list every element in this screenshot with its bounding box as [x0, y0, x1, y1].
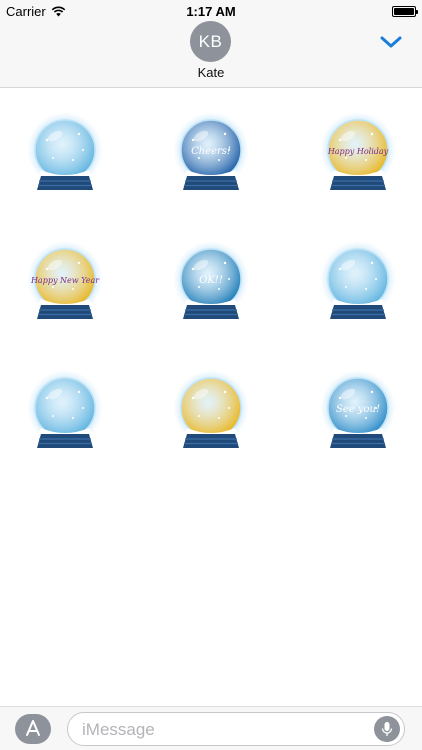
sticker-caption: See you! — [336, 404, 380, 415]
app-store-icon — [26, 720, 40, 736]
status-time: 1:17 AM — [186, 4, 236, 19]
sticker-happy-holiday[interactable]: Happy Holiday — [310, 110, 406, 206]
sticker-caption: OK!! — [199, 275, 223, 286]
status-bar: Carrier 1:17 AM — [0, 0, 422, 22]
snow-globe-icon: Happy Holiday — [320, 112, 396, 190]
message-input-bar: iMessage — [0, 706, 422, 750]
battery-level — [394, 7, 414, 15]
sticker-skier[interactable] — [17, 368, 113, 464]
imessage-sticker-screen: Carrier 1:17 AM KB Kate Cheers! Happy Hol… — [0, 0, 422, 750]
chevron-down-icon[interactable] — [380, 34, 402, 50]
sticker-cheers[interactable]: Cheers! — [163, 110, 259, 206]
microphone-button[interactable] — [374, 716, 400, 742]
contact-avatar[interactable]: KB — [190, 21, 231, 62]
message-placeholder: iMessage — [82, 720, 155, 739]
snow-globe-icon — [320, 241, 396, 319]
sticker-ok-bear[interactable]: OK!! — [163, 239, 259, 335]
sticker-caption: Happy Holiday — [327, 147, 389, 156]
app-store-button[interactable] — [15, 714, 51, 744]
message-field[interactable]: iMessage — [67, 712, 405, 746]
snow-globe-icon — [27, 112, 103, 190]
sticker-happy-new-year[interactable]: Happy New Year — [17, 239, 113, 335]
snow-globe-icon: See you! — [320, 370, 396, 448]
sticker-caption: Cheers! — [191, 146, 231, 157]
snow-globe-icon — [173, 370, 249, 448]
snow-globe-icon: Cheers! — [173, 112, 249, 190]
battery-icon — [392, 5, 418, 17]
sticker-snowmen[interactable] — [17, 110, 113, 206]
snow-globe-icon: OK!! — [173, 241, 249, 319]
snow-globe-icon: Happy New Year — [27, 241, 103, 319]
sticker-see-you[interactable]: See you! — [310, 368, 406, 464]
sticker-polar-bear[interactable] — [310, 239, 406, 335]
microphone-icon — [381, 722, 393, 736]
snow-globe-icon — [27, 370, 103, 448]
sticker-caption: Happy New Year — [30, 276, 100, 285]
contact-name[interactable]: Kate — [0, 65, 422, 80]
sticker-couple-gift[interactable] — [163, 368, 259, 464]
conversation-header: Carrier 1:17 AM KB Kate — [0, 0, 422, 88]
